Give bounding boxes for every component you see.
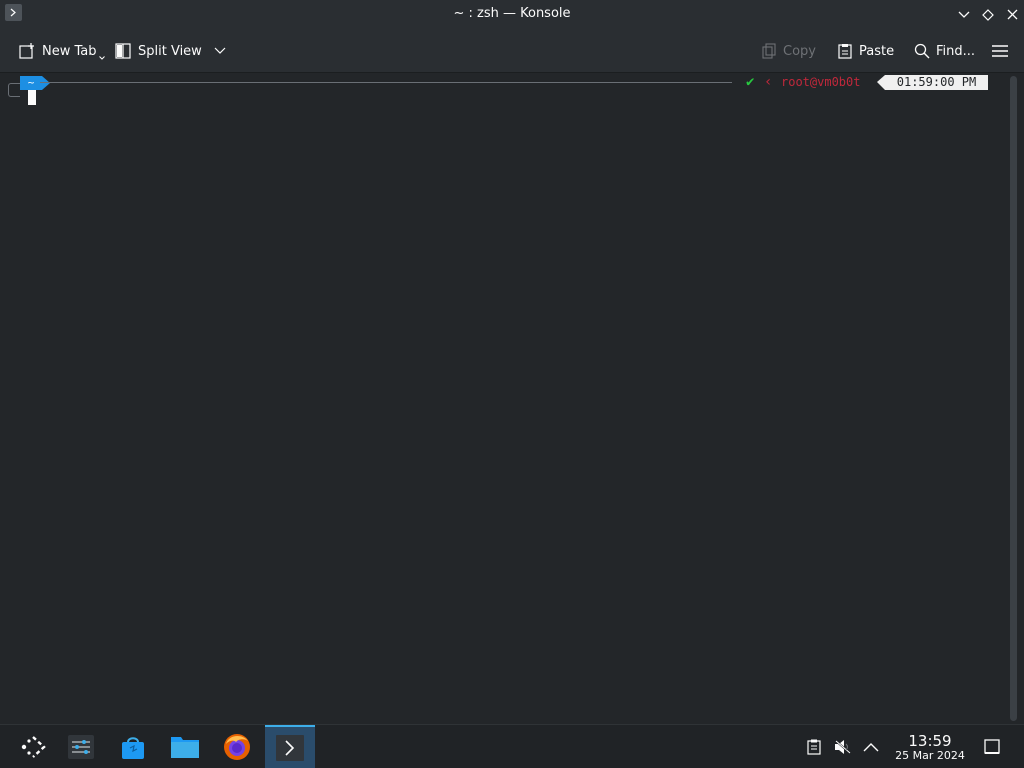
paste-icon — [838, 44, 852, 59]
taskbar-discover[interactable] — [108, 725, 158, 768]
hamburger-menu-icon — [992, 45, 1008, 57]
show-desktop-button[interactable] — [982, 725, 1002, 768]
diamond-icon — [982, 8, 994, 21]
copy-button[interactable]: Copy — [755, 36, 822, 66]
prompt-directory-arrow — [42, 76, 50, 90]
scrollbar-track[interactable] — [1010, 76, 1017, 721]
taskbar: 13:59 25 Mar 2024 — [0, 724, 1024, 768]
taskbar-system-settings[interactable] — [56, 725, 106, 768]
chevron-down-icon — [214, 47, 226, 54]
status-ok-icon: ✔ — [746, 74, 755, 90]
chevron-up-icon — [863, 743, 879, 752]
clock-date: 25 Mar 2024 — [895, 749, 965, 762]
prompt-user-host: root@vm0b0t — [781, 75, 861, 89]
show-desktop-icon — [984, 739, 1000, 754]
application-launcher-icon — [21, 736, 46, 758]
copy-icon — [762, 43, 776, 59]
split-view-icon — [115, 43, 131, 59]
file-manager-icon — [171, 737, 199, 758]
window-title: ~ : zsh — Konsole — [453, 6, 571, 21]
close-icon — [1007, 9, 1017, 20]
prompt-time: 01:59:00 PM — [885, 75, 988, 90]
minimize-button[interactable] — [952, 0, 976, 29]
terminal-scrollbar[interactable] — [1002, 73, 1024, 724]
clipboard-tray-button[interactable] — [804, 725, 824, 768]
split-view-button[interactable]: Split View — [108, 36, 232, 66]
toolbar: New Tab Split View Copy Paste Find... — [0, 29, 1024, 73]
text-cursor — [28, 90, 36, 105]
prompt-frame-corner — [8, 83, 20, 97]
new-tab-icon — [19, 43, 34, 59]
chevron-down-icon — [98, 56, 105, 60]
prompt-directory: ~ — [20, 76, 42, 90]
close-button[interactable] — [1000, 0, 1024, 29]
show-hidden-icons-button[interactable] — [860, 725, 882, 768]
taskbar-firefox[interactable] — [212, 725, 262, 768]
firefox-icon — [224, 734, 250, 760]
new-tab-label: New Tab — [42, 43, 97, 59]
copy-label: Copy — [783, 43, 816, 59]
system-settings-icon — [68, 735, 94, 759]
split-view-label: Split View — [138, 43, 202, 59]
prompt-time-arrow — [877, 75, 885, 90]
chevron-down-icon — [958, 11, 970, 18]
prompt-separator-icon: ‹ — [764, 74, 773, 90]
new-tab-button[interactable]: New Tab — [12, 36, 111, 66]
taskbar-konsole[interactable] — [265, 725, 315, 768]
title-bar: ~ : zsh — Konsole — [0, 0, 1024, 29]
digital-clock[interactable]: 13:59 25 Mar 2024 — [888, 733, 972, 763]
find-button[interactable]: Find... — [908, 36, 981, 66]
hamburger-menu-button[interactable] — [985, 36, 1015, 66]
konsole-icon — [276, 735, 304, 761]
search-icon — [914, 43, 930, 59]
taskbar-file-manager[interactable] — [160, 725, 210, 768]
clock-time: 13:59 — [908, 732, 952, 750]
discover-store-icon — [122, 737, 144, 759]
prompt-separator-line — [40, 82, 732, 83]
volume-muted-icon — [835, 740, 851, 754]
maximize-button[interactable] — [976, 0, 1000, 29]
paste-button[interactable]: Paste — [831, 36, 900, 66]
paste-label: Paste — [859, 43, 895, 59]
application-launcher-button[interactable] — [8, 725, 58, 768]
terminal-view[interactable]: ~ ✔ ‹ root@vm0b0t 01:59:00 PM — [0, 73, 1002, 724]
volume-tray-button[interactable] — [832, 725, 854, 768]
find-label: Find... — [936, 43, 976, 59]
clipboard-icon — [807, 739, 821, 755]
